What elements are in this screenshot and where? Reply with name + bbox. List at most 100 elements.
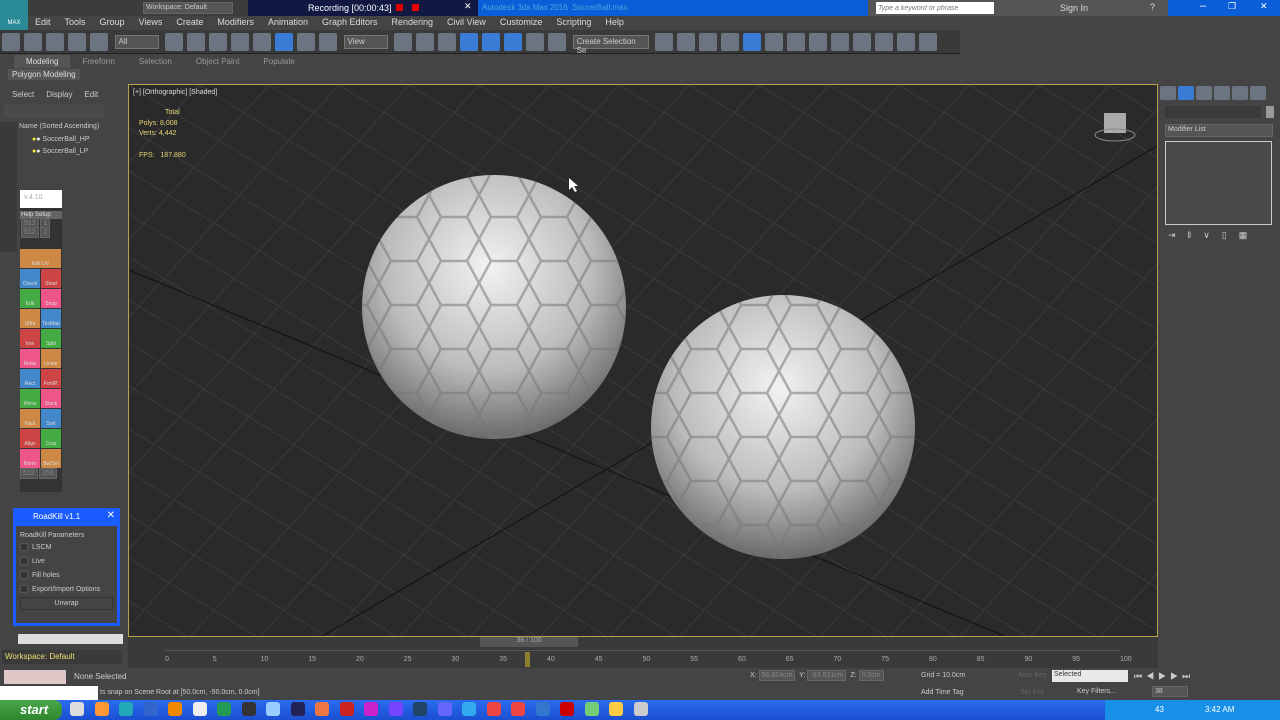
pivot-icon[interactable] <box>394 33 413 51</box>
time-slider[interactable]: 38 / 100 <box>480 637 578 647</box>
textools-button[interactable]: Relax <box>20 349 40 368</box>
taskbar-app-icon[interactable] <box>486 702 501 716</box>
workspace-dropdown[interactable]: Workspace: Default <box>143 2 233 14</box>
curve-editor-icon[interactable] <box>765 33 784 51</box>
close-icon[interactable]: ✕ <box>107 510 115 521</box>
render-setup-icon[interactable] <box>831 33 850 51</box>
render-iterative-icon[interactable] <box>897 33 916 51</box>
clock[interactable]: 3:42 AM <box>1205 705 1234 714</box>
z-field[interactable]: 0.0cm <box>858 670 884 681</box>
close-icon[interactable]: ✕ <box>464 1 472 12</box>
live-checkbox[interactable]: Live <box>20 557 113 565</box>
fill-holes-checkbox[interactable]: Fill holes <box>20 571 113 579</box>
menu-customize[interactable]: Customize <box>493 16 550 28</box>
tab-display[interactable]: Display <box>46 90 72 99</box>
textools-button[interactable]: Rect <box>20 369 40 388</box>
layer-icon[interactable] <box>721 33 740 51</box>
redo-icon[interactable] <box>24 33 42 51</box>
list-item[interactable]: ●● SoccerBall_HP <box>32 136 90 143</box>
taskbar-app-icon[interactable] <box>241 702 256 716</box>
unwrap-button[interactable]: Unwrap <box>20 597 113 610</box>
size-field[interactable]: 512 <box>21 227 39 238</box>
named-selection-dropdown[interactable]: Create Selection Se <box>572 35 649 55</box>
move-icon[interactable] <box>253 33 272 51</box>
maxscript-listener[interactable] <box>4 670 66 684</box>
taskbar-app-icon[interactable] <box>609 702 623 716</box>
mirror-icon[interactable] <box>655 33 674 51</box>
polygon-modeling-panel[interactable]: Polygon Modeling <box>8 69 80 80</box>
lscm-checkbox[interactable]: LSCM <box>20 543 113 551</box>
textools-button[interactable]: Edit <box>20 289 40 308</box>
timeline-track[interactable]: 0 5 10 15 20 25 30 35 40 45 50 55 60 65 70 75 80 85 90 95 10… <box>165 650 1132 667</box>
menu-modifiers[interactable]: Modifiers <box>210 16 261 28</box>
y-field[interactable]: -93.631cm <box>807 670 847 681</box>
current-frame-field[interactable]: 38 <box>1152 686 1188 697</box>
link-icon[interactable] <box>46 33 64 51</box>
reference-coord-dropdown[interactable]: View <box>343 35 388 49</box>
set-key-button[interactable]: Set Key <box>1020 689 1045 696</box>
textools-button[interactable]: Shad <box>41 269 61 288</box>
render-cloud-icon[interactable] <box>919 33 938 51</box>
textools-button[interactable]: Edit UV <box>20 249 61 268</box>
menu-rendering[interactable]: Rendering <box>385 16 441 28</box>
explorer-column-header[interactable]: Name (Sorted Ascending) <box>19 123 99 130</box>
taskbar-app-icon[interactable] <box>364 702 378 716</box>
textools-button[interactable]: Crop <box>41 429 61 448</box>
viewport-orthographic[interactable]: [+] [Orthographic] [Shaded] Total Polys:… <box>128 84 1158 637</box>
hierarchy-tab-icon[interactable] <box>1196 86 1212 100</box>
map-channel[interactable]: 2 <box>40 227 51 238</box>
menu-tools[interactable]: Tools <box>58 16 93 28</box>
tab-freeform[interactable]: Freeform <box>70 55 126 68</box>
display-tab-icon[interactable] <box>1232 86 1248 100</box>
edit-named-selection-icon[interactable] <box>548 33 567 51</box>
taskbar-app-icon[interactable] <box>217 702 231 716</box>
scene-explorer-icon[interactable] <box>699 33 718 51</box>
scale-icon[interactable] <box>297 33 316 51</box>
taskbar-app-icon[interactable] <box>584 702 599 716</box>
textools-button[interactable]: Stack <box>41 389 61 408</box>
list-item[interactable]: ●● SoccerBall_LP <box>32 148 88 155</box>
menu-scripting[interactable]: Scripting <box>549 16 598 28</box>
key-mode-dropdown[interactable]: Selected <box>1052 670 1128 682</box>
taskbar-app-icon[interactable] <box>339 702 354 716</box>
textools-button[interactable]: Ultra <box>20 309 40 328</box>
menu-create[interactable]: Create <box>169 16 210 28</box>
utilities-tab-icon[interactable] <box>1250 86 1266 100</box>
explorer-search[interactable] <box>4 104 104 118</box>
percent-snap-icon[interactable] <box>504 33 523 51</box>
window-crossing-icon[interactable] <box>231 33 250 51</box>
menu-group[interactable]: Group <box>93 16 132 28</box>
window-close-button[interactable]: ✕ <box>1260 1 1268 12</box>
unlink-icon[interactable] <box>68 33 86 51</box>
taskbar-app-icon[interactable] <box>388 702 403 716</box>
textools-button[interactable]: Sort <box>41 409 61 428</box>
rendered-frame-icon[interactable] <box>853 33 872 51</box>
textools-button[interactable]: Norm <box>20 449 40 468</box>
textools-button[interactable]: Snap <box>41 289 61 308</box>
menu-views[interactable]: Views <box>132 16 170 28</box>
playback-controls[interactable]: ⏮◀▶▶⏭ <box>1134 671 1194 682</box>
bind-icon[interactable] <box>90 33 108 51</box>
export-import-checkbox[interactable]: Export/Import Options <box>20 585 113 593</box>
menu-civil-view[interactable]: Civil View <box>440 16 493 28</box>
taskbar-app-icon[interactable] <box>413 702 427 716</box>
textools-button[interactable]: Linear <box>41 349 61 368</box>
tab-edit[interactable]: Edit <box>84 90 98 99</box>
textools-button[interactable]: Pack <box>20 409 40 428</box>
stack-controls[interactable]: ⇥‖∨▯▦ <box>1168 230 1259 241</box>
place-icon[interactable] <box>319 33 338 51</box>
viewport-label[interactable]: [+] [Orthographic] [Shaded] <box>133 89 217 96</box>
taskbar-app-icon[interactable] <box>535 702 550 716</box>
taskbar-app-icon[interactable] <box>633 702 648 716</box>
undo-icon[interactable] <box>2 33 20 51</box>
create-tab-icon[interactable] <box>1160 86 1176 100</box>
snap-toggle-icon[interactable] <box>460 33 479 51</box>
align-icon[interactable] <box>677 33 696 51</box>
taskbar-app-icon[interactable] <box>511 702 525 716</box>
menu-graph-editors[interactable]: Graph Editors <box>315 16 385 28</box>
taskbar-app-icon[interactable] <box>70 702 84 716</box>
minimize-button[interactable]: – <box>1200 0 1206 12</box>
menu-edit[interactable]: Edit <box>28 16 58 28</box>
tab-populate[interactable]: Populate <box>251 55 307 68</box>
px-field[interactable]: 512 <box>20 468 38 479</box>
